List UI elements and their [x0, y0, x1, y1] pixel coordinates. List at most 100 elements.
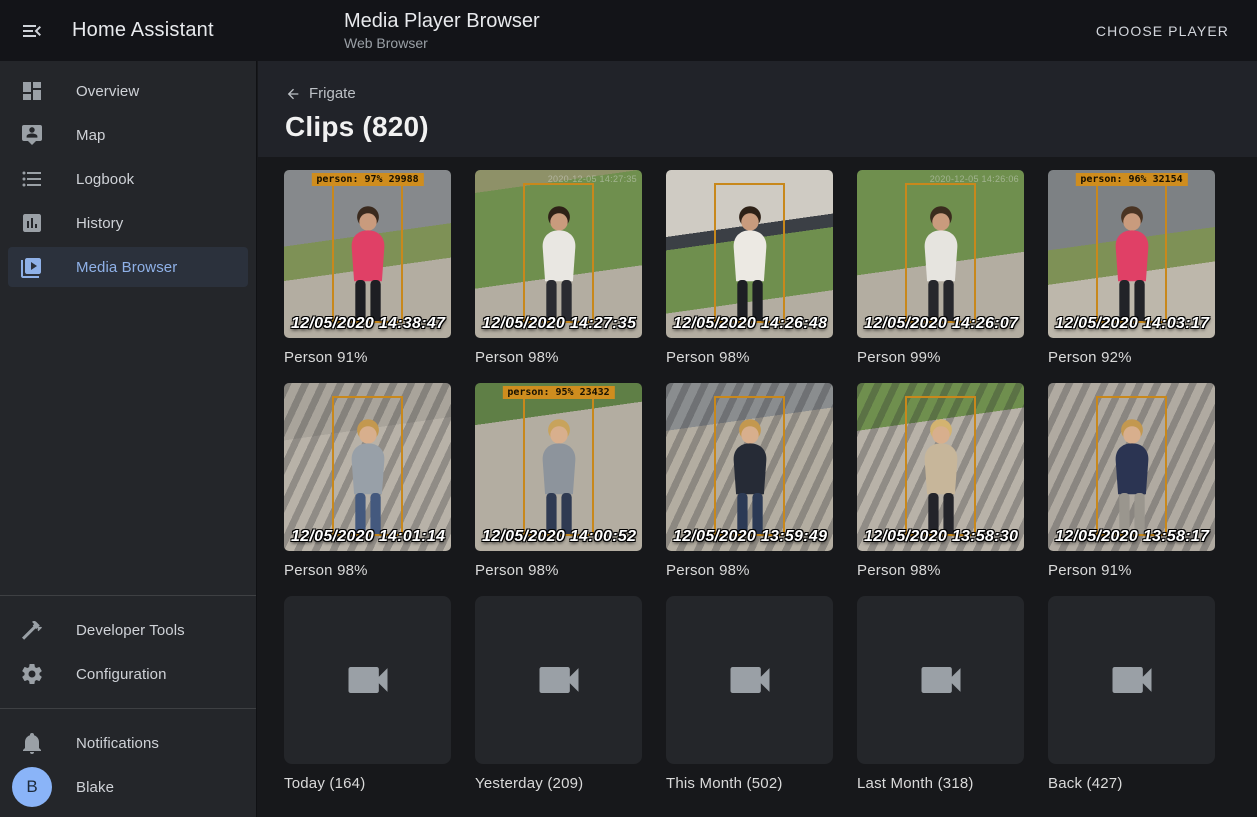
clip-timestamp: 12/05/2020 14:01:14: [291, 528, 445, 546]
clip-timestamp: 12/05/2020 14:26:48: [673, 315, 827, 333]
camera-corner-timestamp: 2020-12-05 14:27:35: [548, 174, 637, 184]
choose-player-button[interactable]: CHOOSE PLAYER: [1088, 19, 1237, 43]
detection-bounding-box: [523, 396, 593, 535]
detection-bounding-box: [332, 396, 402, 535]
folder-thumbnail[interactable]: [284, 596, 451, 764]
sidebar-item-history[interactable]: History: [8, 203, 248, 243]
sidebar-item-label: Map: [76, 127, 105, 144]
folder-item-yesterday[interactable]: Yesterday (209): [475, 596, 642, 792]
clip-item[interactable]: 12/05/2020 13:59:49 Person 98%: [666, 383, 833, 579]
folder-item-last-month[interactable]: Last Month (318): [857, 596, 1024, 792]
clip-thumbnail[interactable]: 12/05/2020 13:58:30: [857, 383, 1024, 551]
sidebar-item-label: Overview: [76, 83, 139, 100]
sidebar-item-logbook[interactable]: Logbook: [8, 159, 248, 199]
clip-thumbnail[interactable]: 2020-12-05 14:26:06 12/05/2020 14:26:07: [857, 170, 1024, 338]
clip-thumbnail[interactable]: 2020-12-05 14:27:35 12/05/2020 14:27:35: [475, 170, 642, 338]
breadcrumb-back-frigate[interactable]: Frigate: [285, 85, 356, 102]
sidebar-item-media-browser[interactable]: Media Browser: [8, 247, 248, 287]
cog-icon: [20, 662, 44, 686]
clip-item[interactable]: 12/05/2020 14:26:48 Person 98%: [666, 170, 833, 366]
clip-thumbnail[interactable]: 12/05/2020 14:01:14: [284, 383, 451, 551]
panel-header: Frigate Clips (820): [258, 61, 1257, 157]
page-title: Clips (820): [285, 111, 1233, 143]
clip-caption: Person 99%: [857, 349, 1024, 366]
menu-open-icon[interactable]: [20, 19, 44, 43]
clip-timestamp: 12/05/2020 14:00:52: [482, 528, 636, 546]
folder-thumbnail[interactable]: [475, 596, 642, 764]
clip-caption: Person 92%: [1048, 349, 1215, 366]
view-dashboard-icon: [20, 79, 44, 103]
clip-caption: Person 98%: [666, 562, 833, 579]
sidebar-item-label: Developer Tools: [76, 622, 185, 639]
clip-item[interactable]: person: 96% 32154 12/05/2020 14:03:17 Pe…: [1048, 170, 1215, 366]
sidebar-item-label: Logbook: [76, 171, 134, 188]
clip-thumbnail[interactable]: 12/05/2020 13:58:17: [1048, 383, 1215, 551]
clip-item[interactable]: 12/05/2020 14:01:14 Person 98%: [284, 383, 451, 579]
clip-thumbnail[interactable]: person: 96% 32154 12/05/2020 14:03:17: [1048, 170, 1215, 338]
clip-timestamp: 12/05/2020 13:58:17: [1055, 528, 1209, 546]
detection-bounding-box: [332, 183, 402, 322]
hammer-icon: [20, 618, 44, 642]
sidebar-item-user-profile[interactable]: B Blake: [8, 767, 248, 807]
clip-thumbnail[interactable]: person: 97% 29988 12/05/2020 14:38:47: [284, 170, 451, 338]
folder-thumbnail[interactable]: [1048, 596, 1215, 764]
panel-title: Media Player Browser: [344, 9, 540, 33]
clip-item[interactable]: person: 95% 23432 12/05/2020 14:00:52 Pe…: [475, 383, 642, 579]
detection-bounding-box: [714, 396, 784, 535]
clip-caption: Person 98%: [857, 562, 1024, 579]
clip-thumbnail[interactable]: 12/05/2020 14:26:48: [666, 170, 833, 338]
clip-caption: Person 98%: [475, 349, 642, 366]
sidebar-item-label: Configuration: [76, 666, 167, 683]
sidebar-footer-items: Developer Tools Configuration: [0, 600, 256, 704]
folder-thumbnail[interactable]: [666, 596, 833, 764]
clip-caption: Person 98%: [475, 562, 642, 579]
detection-label: person: 95% 23432: [502, 386, 614, 399]
sidebar-item-label: Notifications: [76, 735, 159, 752]
clip-thumbnail[interactable]: 12/05/2020 13:59:49: [666, 383, 833, 551]
detection-bounding-box: [905, 183, 975, 322]
clip-item[interactable]: 12/05/2020 13:58:30 Person 98%: [857, 383, 1024, 579]
clip-caption: Person 98%: [666, 349, 833, 366]
clip-thumbnail[interactable]: person: 95% 23432 12/05/2020 14:00:52: [475, 383, 642, 551]
user-name: Blake: [76, 779, 114, 796]
folder-label: Yesterday (209): [475, 775, 642, 792]
bell-icon: [20, 731, 44, 755]
breadcrumb-label: Frigate: [309, 85, 356, 102]
folder-label: Today (164): [284, 775, 451, 792]
video-icon: [1106, 654, 1158, 706]
panel-subtitle: Web Browser: [344, 34, 540, 52]
clip-caption: Person 98%: [284, 562, 451, 579]
detection-bounding-box: [714, 183, 784, 322]
folder-item-this-month[interactable]: This Month (502): [666, 596, 833, 792]
detection-label: person: 97% 29988: [311, 173, 423, 186]
play-box-multiple-icon: [20, 255, 44, 279]
detection-label: person: 96% 32154: [1075, 173, 1187, 186]
sidebar-item-notifications[interactable]: Notifications: [8, 723, 248, 763]
tooltip-account-icon: [20, 123, 44, 147]
clip-item[interactable]: 2020-12-05 14:27:35 12/05/2020 14:27:35 …: [475, 170, 642, 366]
sidebar-item-label: History: [76, 215, 123, 232]
user-avatar: B: [12, 767, 52, 807]
clip-item[interactable]: person: 97% 29988 12/05/2020 14:38:47 Pe…: [284, 170, 451, 366]
sidebar-item-developer-tools[interactable]: Developer Tools: [8, 610, 248, 650]
app-title: Home Assistant: [72, 19, 214, 42]
media-browser-panel: Frigate Clips (820) person: 97% 29988 12…: [258, 61, 1257, 817]
top-app-bar: Home Assistant Media Player Browser Web …: [0, 0, 1257, 61]
clip-timestamp: 12/05/2020 14:26:07: [864, 315, 1018, 333]
format-list-bulleted-icon: [20, 167, 44, 191]
sidebar-divider: [0, 595, 256, 596]
folder-item-today[interactable]: Today (164): [284, 596, 451, 792]
sidebar-item-overview[interactable]: Overview: [8, 71, 248, 111]
clip-item[interactable]: 12/05/2020 13:58:17 Person 91%: [1048, 383, 1215, 579]
folder-label: Back (427): [1048, 775, 1215, 792]
clip-item[interactable]: 2020-12-05 14:26:06 12/05/2020 14:26:07 …: [857, 170, 1024, 366]
clip-timestamp: 12/05/2020 14:03:17: [1055, 315, 1209, 333]
folder-thumbnail[interactable]: [857, 596, 1024, 764]
detection-bounding-box: [905, 396, 975, 535]
sidebar-divider: [0, 708, 256, 709]
sidebar-item-configuration[interactable]: Configuration: [8, 654, 248, 694]
folder-item-back[interactable]: Back (427): [1048, 596, 1215, 792]
sidebar-spacer: [0, 297, 256, 591]
detection-bounding-box: [523, 183, 593, 322]
sidebar-item-map[interactable]: Map: [8, 115, 248, 155]
